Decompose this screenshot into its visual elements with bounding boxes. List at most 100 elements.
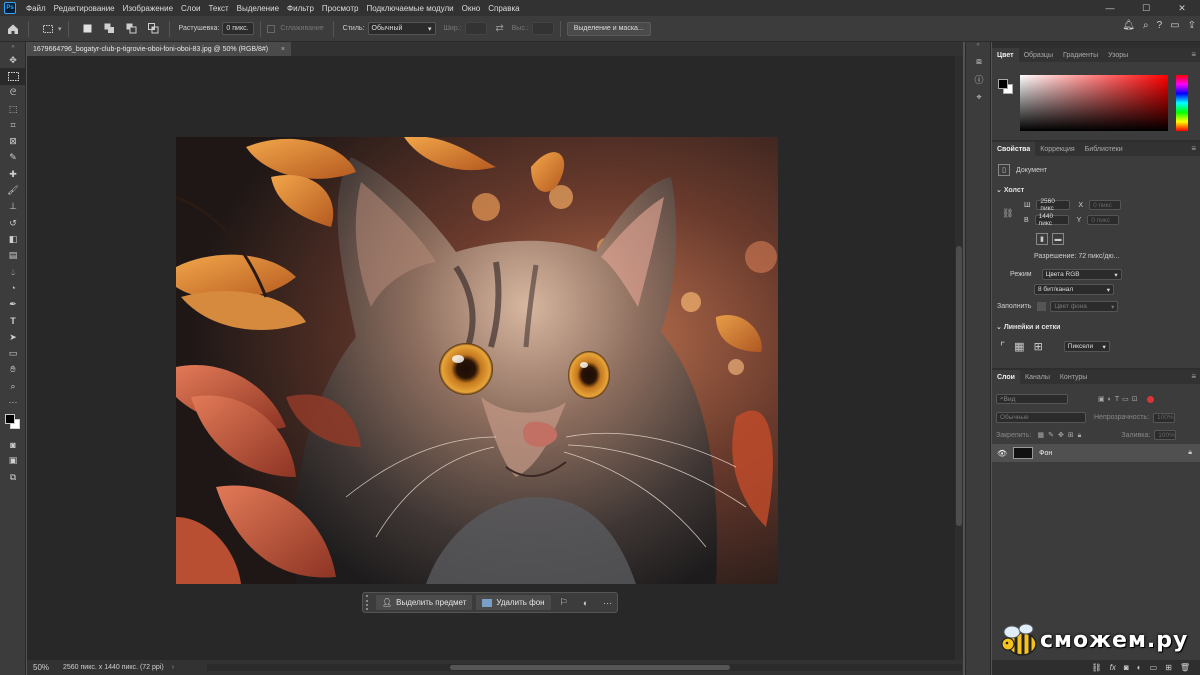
remove-background-button[interactable]: Удалить фон (476, 595, 551, 610)
home-icon[interactable] (4, 20, 22, 38)
gradient-tool-icon[interactable]: ▤ (0, 248, 26, 264)
lasso-tool-icon[interactable]: ᘓ (0, 85, 26, 101)
opacity-input[interactable]: 100% (1153, 412, 1175, 423)
rulers-section-header[interactable]: ⌄ Линейки и сетки (996, 323, 1060, 331)
history-icon[interactable]: ⌖ (966, 88, 992, 106)
eyedropper-tool-icon[interactable]: ✎ (0, 150, 26, 166)
document-tab[interactable]: 1679664796_bogatyr-club-p-tigrovie-oboi-… (27, 42, 291, 56)
rectangular-marquee-tool-icon[interactable] (0, 68, 26, 85)
add-mask-icon[interactable]: ◙ (1124, 663, 1129, 672)
zoom-tool-icon[interactable]: ⌕ (0, 378, 26, 394)
link-icon[interactable]: ⛓ (1002, 208, 1013, 219)
add-selection-icon[interactable] (101, 20, 119, 38)
adjustment-layer-icon[interactable]: ◐ (1137, 663, 1142, 672)
subtract-selection-icon[interactable] (123, 20, 141, 38)
delete-layer-icon[interactable]: 🗑︎ (1180, 663, 1190, 672)
fill-select[interactable]: Цвет фона ▾ (1050, 301, 1119, 312)
workspace-icon[interactable]: ▭ (1170, 20, 1179, 31)
link-layers-icon[interactable]: ⛓ (1092, 663, 1102, 672)
ruler-icon[interactable]: ⌜ (1000, 340, 1005, 353)
crop-tool-icon[interactable]: ⌗ (0, 117, 26, 133)
move-tool-icon[interactable]: ✥ (0, 52, 26, 68)
canvas-x-input[interactable]: 0 пикс (1089, 200, 1122, 210)
pen-tool-icon[interactable]: ✒ (0, 296, 26, 312)
tab-properties[interactable]: Свойства (992, 142, 1036, 156)
feedback-flag-icon[interactable]: ⚐ (555, 595, 573, 610)
tab-color[interactable]: Цвет (992, 48, 1019, 62)
new-selection-icon[interactable] (79, 20, 97, 38)
chevron-down-icon[interactable]: ▾ (58, 25, 62, 33)
menu-view[interactable]: Просмотр (318, 4, 363, 13)
rectangle-tool-icon[interactable]: ▭ (0, 345, 26, 361)
canvas-section-header[interactable]: ⌄ Холст (996, 186, 1024, 194)
menu-window[interactable]: Окно (458, 4, 485, 13)
vertical-scrollbar[interactable] (955, 56, 963, 660)
blend-mode-select[interactable]: Обычные (996, 412, 1086, 423)
new-layer-icon[interactable]: ⊞ (1165, 663, 1172, 672)
tab-layers[interactable]: Слои (992, 370, 1020, 384)
share-icon[interactable]: ⇪ (1188, 20, 1196, 31)
layer-filter-icons[interactable]: ▣◐T▭⊡ (1098, 395, 1141, 403)
eraser-tool-icon[interactable]: ◧ (0, 231, 26, 247)
tab-channels[interactable]: Каналы (1020, 370, 1055, 384)
brush-tool-icon[interactable]: 🖌︎ (0, 182, 26, 198)
adjust-icon[interactable]: ◐ (577, 595, 595, 610)
layer-style-icon[interactable]: fx (1110, 663, 1116, 672)
foreground-color-swatch[interactable] (5, 413, 15, 424)
tab-adjustments[interactable]: Коррекция (1035, 142, 1079, 156)
intersect-selection-icon[interactable] (145, 20, 163, 38)
marquee-preset-icon[interactable] (39, 20, 57, 38)
layer-row[interactable]: 👁︎ Фон 🔒︎ (992, 444, 1200, 462)
menu-select[interactable]: Выделение (233, 4, 283, 13)
eye-icon[interactable]: 👁︎ (997, 449, 1007, 458)
bell-icon[interactable]: 🔔︎ (1122, 20, 1135, 31)
healing-brush-tool-icon[interactable]: ✚ (0, 166, 26, 182)
layer-search-input[interactable]: ⌕ Вид (996, 394, 1068, 404)
portrait-icon[interactable]: ▮ (1036, 233, 1048, 245)
panel-menu-icon[interactable]: ≡ (1191, 144, 1196, 153)
history-brush-tool-icon[interactable]: ↺ (0, 215, 26, 231)
feather-input[interactable]: 0 пикс. (222, 22, 255, 35)
tab-swatches[interactable]: Образцы (1019, 48, 1058, 62)
menu-image[interactable]: Изображение (119, 4, 177, 13)
document-canvas-image[interactable] (176, 137, 778, 584)
canvas-width-input[interactable]: 2560 пикс (1036, 198, 1071, 212)
help-icon[interactable]: ? (1157, 20, 1163, 31)
strip-collapse-icon[interactable]: « (966, 42, 990, 52)
vertical-scrollbar-thumb[interactable] (956, 246, 962, 526)
status-menu-arrow[interactable]: › (172, 664, 174, 671)
minimize-button[interactable]: — (1092, 0, 1128, 16)
hue-slider[interactable] (1176, 75, 1188, 131)
quick-mask-icon[interactable]: ◙ (0, 437, 26, 453)
toolbar-collapse-icon[interactable]: » (0, 42, 26, 52)
layer-name[interactable]: Фон (1039, 450, 1052, 457)
tab-paths[interactable]: Контуры (1055, 370, 1092, 384)
type-tool-icon[interactable]: T (0, 313, 26, 329)
object-selection-tool-icon[interactable]: ⬚ (0, 101, 26, 117)
path-selection-tool-icon[interactable]: ➤ (0, 329, 26, 345)
frame-tool-icon[interactable]: ⊠ (0, 133, 26, 149)
generative-icon[interactable]: ⧉ (0, 469, 26, 485)
document-info[interactable]: 2560 пикс. x 1440 пикс. (72 ppi) (63, 664, 164, 671)
canvas-y-input[interactable]: 0 пикс (1087, 215, 1120, 225)
menu-help[interactable]: Справка (484, 4, 523, 13)
landscape-icon[interactable]: ▬ (1052, 233, 1064, 245)
canvas-height-input[interactable]: 1440 пикс (1034, 213, 1069, 227)
style-select[interactable]: Обычный ▾ (367, 22, 436, 35)
screen-mode-icon[interactable]: ▣ (0, 453, 26, 469)
info-icon[interactable]: ⓘ (966, 70, 992, 88)
menu-plugins[interactable]: Подключаемые модули (362, 4, 457, 13)
more-tools-icon[interactable]: ··· (0, 394, 26, 410)
maximize-button[interactable]: ☐ (1128, 0, 1164, 16)
panel-menu-icon[interactable]: ≡ (1191, 372, 1196, 381)
menu-file[interactable]: Файл (22, 4, 50, 13)
menu-layers[interactable]: Слои (177, 4, 204, 13)
menu-filter[interactable]: Фильтр (283, 4, 318, 13)
grid-icon[interactable]: ▦ (1014, 340, 1024, 353)
fill-input[interactable]: 100% (1154, 430, 1177, 440)
horizontal-scrollbar[interactable] (207, 664, 962, 671)
select-and-mask-button[interactable]: Выделение и маска... (566, 21, 651, 36)
new-group-icon[interactable]: ▭ (1150, 663, 1158, 672)
foreground-color[interactable] (998, 79, 1008, 89)
antialias-checkbox[interactable] (267, 24, 276, 33)
